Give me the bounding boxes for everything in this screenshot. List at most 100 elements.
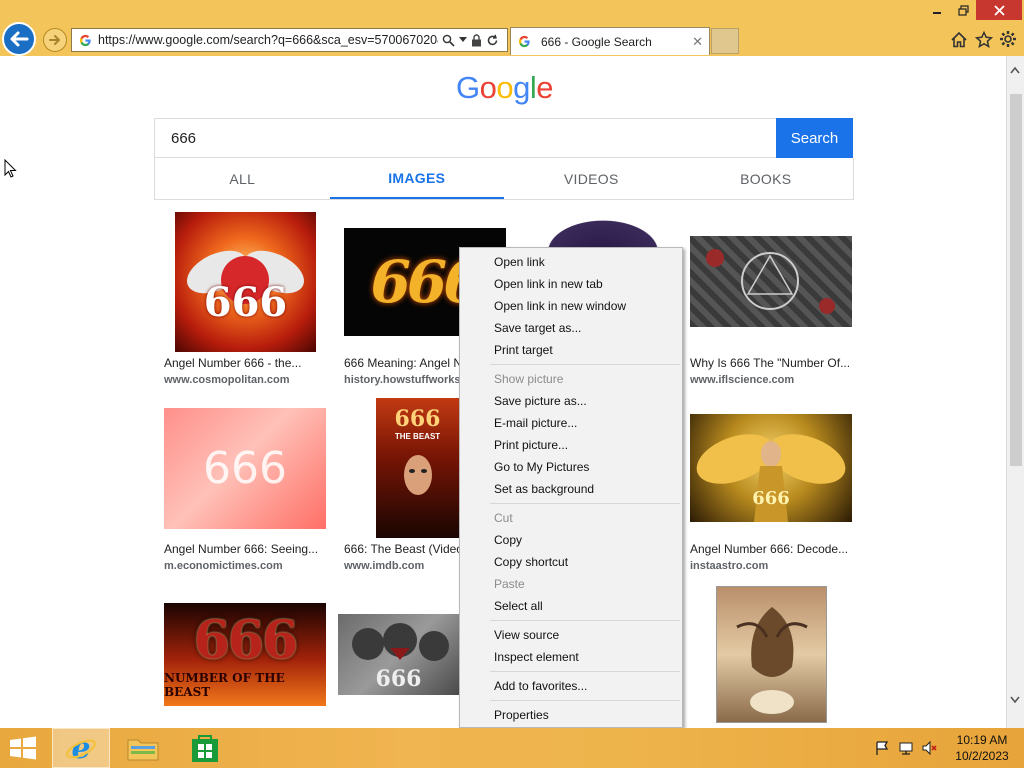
google-favicon-icon: [78, 33, 92, 47]
start-button[interactable]: [8, 736, 40, 760]
forward-button[interactable]: [43, 28, 67, 52]
result-source[interactable]: www.imdb.com: [344, 560, 424, 572]
result-source[interactable]: m.economictimes.com: [164, 560, 283, 572]
result-image[interactable]: 666 THE BEAST: [376, 398, 459, 538]
result-source[interactable]: www.cosmopolitan.com: [164, 374, 290, 386]
url-text[interactable]: https://www.google.com/search?q=666&sca_…: [98, 33, 438, 47]
refresh-icon[interactable]: [486, 34, 499, 47]
network-icon[interactable]: [898, 740, 914, 756]
result-title[interactable]: Why Is 666 The "Number Of...: [690, 356, 850, 370]
menu-show-picture: Show picture: [494, 372, 564, 386]
svg-text:e: e: [71, 733, 90, 763]
result-image[interactable]: 666: [338, 614, 459, 695]
result-title[interactable]: Angel Number 666 - the...: [164, 356, 301, 370]
menu-select-all[interactable]: Select all: [494, 599, 543, 613]
action-center-flag-icon[interactable]: [874, 740, 890, 756]
result-image[interactable]: 666: [164, 408, 326, 529]
scroll-down-icon[interactable]: [1010, 696, 1020, 704]
menu-print-target[interactable]: Print target: [494, 343, 553, 357]
menu-separator: [490, 700, 680, 701]
menu-paste: Paste: [494, 577, 525, 591]
menu-inspect-element[interactable]: Inspect element: [494, 650, 579, 664]
result-title[interactable]: 666: The Beast (Video: [344, 542, 463, 556]
menu-view-source[interactable]: View source: [494, 628, 559, 642]
result-image[interactable]: 666: [175, 212, 316, 352]
face-graphic: [403, 455, 432, 495]
result-title[interactable]: Angel Number 666: Decode...: [690, 542, 848, 556]
menu-copy[interactable]: Copy: [494, 533, 522, 547]
result-source[interactable]: instaastro.com: [690, 560, 768, 572]
result-image[interactable]: [533, 212, 673, 252]
minimize-button[interactable]: [924, 0, 950, 20]
result-title[interactable]: Angel Number 666: Seeing...: [164, 542, 318, 556]
tab-all[interactable]: ALL: [155, 158, 330, 199]
tab-books[interactable]: BOOKS: [679, 158, 854, 199]
result-image[interactable]: [716, 586, 827, 723]
menu-print-picture[interactable]: Print picture...: [494, 438, 568, 452]
favorites-button[interactable]: [973, 28, 995, 50]
result-image[interactable]: 666 NUMBER OF THE BEAST: [164, 603, 326, 706]
lock-icon[interactable]: [471, 33, 482, 47]
result-image[interactable]: 666: [690, 414, 852, 522]
menu-separator: [490, 620, 680, 621]
result-source[interactable]: history.howstuffworks.c: [344, 374, 470, 386]
star-icon: [975, 30, 993, 48]
volume-muted-icon[interactable]: [921, 740, 937, 756]
menu-copy-shortcut[interactable]: Copy shortcut: [494, 555, 568, 569]
result-source[interactable]: www.iflscience.com: [690, 374, 794, 386]
logo-letter: o: [496, 70, 514, 105]
logo-letter: e: [536, 70, 554, 105]
search-button[interactable]: Search: [776, 118, 853, 158]
menu-open-link-new-window[interactable]: Open link in new window: [494, 299, 626, 313]
menu-go-to-my-pictures[interactable]: Go to My Pictures: [494, 460, 589, 474]
windows-logo-icon: [10, 736, 36, 760]
search-input[interactable]: 666: [154, 118, 777, 158]
clock-date[interactable]: 10/2/2023: [950, 749, 1014, 763]
new-tab-button[interactable]: [711, 28, 739, 54]
minimize-icon: [933, 12, 941, 14]
restore-button[interactable]: [950, 0, 976, 20]
tab-images[interactable]: IMAGES: [329, 158, 504, 199]
dropdown-arrow-icon[interactable]: [459, 37, 467, 43]
result-image[interactable]: [690, 236, 852, 327]
menu-separator: [490, 503, 680, 504]
menu-save-target-as[interactable]: Save target as...: [494, 321, 581, 335]
taskbar-file-explorer[interactable]: [114, 728, 172, 768]
google-logo[interactable]: Google: [456, 70, 554, 106]
internet-explorer-icon: e: [66, 733, 96, 763]
tab-videos[interactable]: VIDEOS: [504, 158, 679, 199]
clock-time[interactable]: 10:19 AM: [950, 733, 1014, 747]
menu-open-link[interactable]: Open link: [494, 255, 545, 269]
browser-chrome: https://www.google.com/search?q=666&sca_…: [0, 0, 1024, 56]
store-icon: [192, 735, 218, 762]
taskbar-internet-explorer[interactable]: e: [52, 728, 110, 768]
tools-button[interactable]: [997, 28, 1019, 50]
back-button[interactable]: [2, 22, 36, 56]
search-icon[interactable]: [442, 34, 455, 47]
occult-symbols-graphic: [706, 249, 835, 314]
search-query-text[interactable]: 666: [171, 130, 196, 147]
menu-properties[interactable]: Properties: [494, 708, 549, 722]
search-type-tabs: ALL IMAGES VIDEOS BOOKS: [154, 158, 854, 200]
tab-google-search[interactable]: 666 - Google Search ✕: [510, 27, 710, 55]
menu-open-link-new-tab[interactable]: Open link in new tab: [494, 277, 603, 291]
close-window-button[interactable]: [976, 0, 1022, 20]
scroll-up-icon[interactable]: [1010, 66, 1020, 74]
thumb-number: 666: [752, 487, 790, 509]
scrollbar-thumb[interactable]: [1010, 94, 1022, 466]
thumb-number: 666: [203, 443, 287, 494]
close-icon: [993, 4, 1005, 16]
vertical-scrollbar[interactable]: [1006, 56, 1024, 728]
menu-save-picture-as[interactable]: Save picture as...: [494, 394, 587, 408]
menu-separator: [490, 364, 680, 365]
taskbar-store[interactable]: [176, 728, 234, 768]
result-title[interactable]: 666 Meaning: Angel N: [344, 356, 462, 370]
menu-set-as-background[interactable]: Set as background: [494, 482, 594, 496]
home-button[interactable]: [948, 28, 970, 50]
tab-close-icon[interactable]: ✕: [692, 34, 703, 50]
address-bar[interactable]: https://www.google.com/search?q=666&sca_…: [71, 28, 508, 52]
thumb-number: 666: [375, 665, 422, 692]
logo-letter: G: [456, 70, 480, 105]
menu-email-picture[interactable]: E-mail picture...: [494, 416, 577, 430]
menu-add-to-favorites[interactable]: Add to favorites...: [494, 679, 587, 693]
